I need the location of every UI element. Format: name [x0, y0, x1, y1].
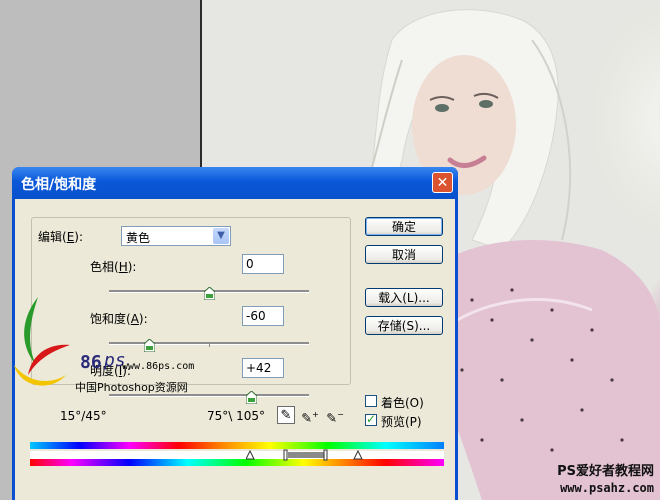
preview-label: 预览(P) [381, 415, 422, 429]
logo-number: 86 [80, 352, 102, 373]
load-button[interactable]: 载入(L)... [365, 288, 443, 307]
range-angle-right: 75°\ 105° [207, 409, 266, 423]
output-color-spectrum [30, 459, 444, 466]
saturation-slider-thumb[interactable] [143, 337, 155, 353]
edit-label: 编辑(E): [38, 230, 84, 244]
ok-button[interactable]: 确定 [365, 217, 443, 236]
86ps-logo-mark [14, 297, 70, 386]
color-range-bar[interactable] [30, 451, 444, 459]
lightness-slider-thumb[interactable] [245, 389, 257, 405]
hue-label: 色相(H): [90, 260, 137, 274]
saturation-input[interactable]: -60 [242, 306, 284, 326]
input-color-spectrum [30, 442, 444, 449]
site-watermark: PS爱好者教程网 www.psahz.com [557, 464, 654, 496]
edit-channel-select[interactable]: 黄色 ▼ [121, 226, 231, 246]
hue-input[interactable]: 0 [242, 254, 284, 274]
colorize-checkbox[interactable] [365, 395, 377, 407]
color-range-handles[interactable] [246, 449, 366, 461]
eyedropper-minus-icon[interactable]: ✎− [326, 406, 344, 426]
eyedropper-icon[interactable]: ✎ [277, 406, 295, 424]
site-url: www.psahz.com [560, 481, 654, 495]
logo-caption: 中国Photoshop资源网 [75, 381, 188, 394]
site-name: PS爱好者教程网 [557, 464, 654, 479]
checkmark-icon: ✓ [366, 412, 377, 426]
hue-slider-thumb[interactable] [203, 285, 215, 301]
cancel-button[interactable]: 取消 [365, 245, 443, 264]
chevron-down-icon: ▼ [213, 228, 229, 244]
close-button[interactable]: ✕ [432, 172, 453, 193]
dialog-title-bar[interactable]: 色相/饱和度 ✕ [12, 167, 458, 199]
range-angle-left: 15°/45° [60, 409, 107, 423]
saturation-label: 饱和度(A): [90, 312, 148, 326]
save-button[interactable]: 存储(S)... [365, 316, 443, 335]
saturation-center-tick [209, 343, 210, 347]
close-icon: ✕ [436, 175, 449, 191]
lightness-input[interactable]: +42 [242, 358, 284, 378]
colorize-label: 着色(O) [381, 396, 424, 410]
eyedropper-plus-icon[interactable]: ✎+ [301, 406, 319, 426]
preview-checkbox[interactable]: ✓ [365, 412, 377, 426]
dialog-title: 色相/饱和度 [21, 177, 97, 193]
logo-url: www.86ps.com [122, 361, 195, 372]
